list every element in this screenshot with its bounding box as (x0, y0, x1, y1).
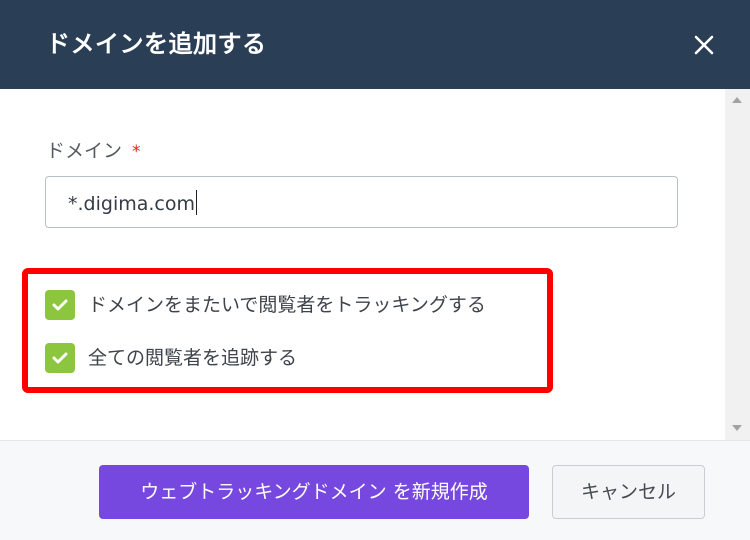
scrollbar[interactable] (725, 89, 750, 440)
close-icon (694, 35, 714, 55)
cancel-button[interactable]: キャンセル (552, 465, 705, 519)
domain-input-value-wrap: *.digima.com (68, 190, 197, 217)
scroll-up-arrow-icon[interactable] (732, 97, 742, 103)
track-all-visitors-label: 全ての閲覧者を追跡する (88, 347, 298, 369)
cross-domain-tracking-checkbox[interactable] (45, 290, 75, 320)
close-button[interactable] (690, 31, 718, 59)
domain-label-text: ドメイン (46, 140, 123, 162)
scroll-down-arrow-icon[interactable] (732, 425, 742, 431)
domain-input[interactable]: *.digima.com (45, 176, 678, 228)
create-tracking-domain-button[interactable]: ウェブトラッキングドメイン を新規作成 (99, 465, 529, 519)
add-domain-dialog: ドメインを追加する ドメイン * *.digima.com ドメインをまたいで閲覧… (0, 0, 750, 540)
track-all-visitors-checkbox[interactable] (45, 343, 75, 373)
dialog-title: ドメインを追加する (46, 30, 267, 58)
domain-input-value: *.digima.com (68, 193, 195, 215)
highlight-annotation-box (22, 268, 553, 393)
cross-domain-tracking-label: ドメインをまたいで閲覧者をトラッキングする (88, 294, 486, 316)
required-mark: * (132, 142, 141, 162)
domain-field-label: ドメイン * (46, 137, 141, 166)
checkmark-icon (52, 299, 68, 311)
dialog-header: ドメインを追加する (0, 0, 750, 89)
checkmark-icon (52, 352, 68, 364)
text-caret (196, 190, 197, 215)
